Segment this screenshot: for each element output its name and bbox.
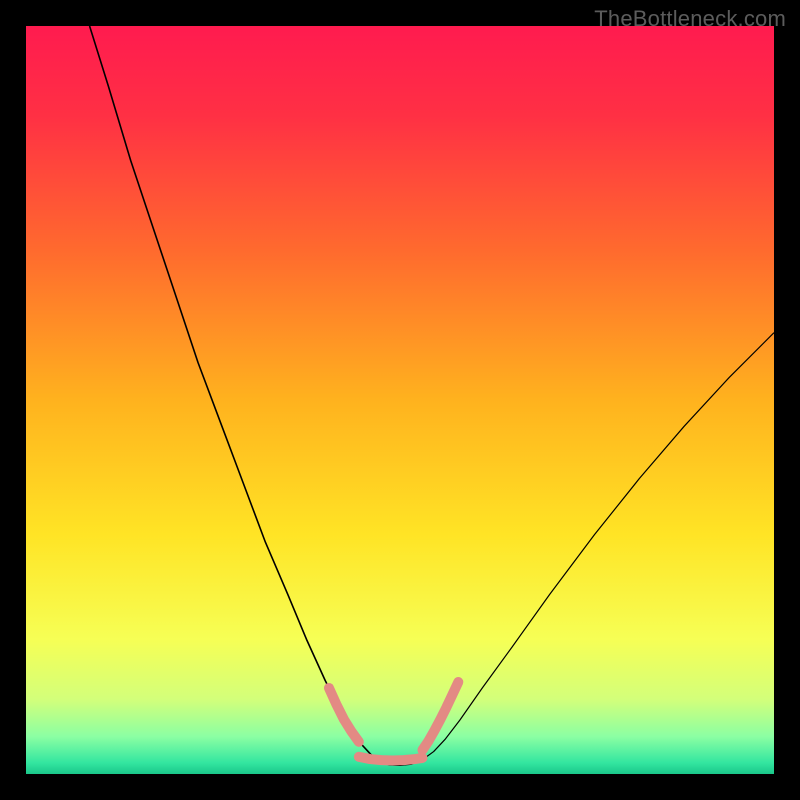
watermark-text: TheBottleneck.com <box>594 6 786 32</box>
series-peach-marker-bottom <box>359 757 423 761</box>
series-group <box>90 26 774 765</box>
curves-layer <box>26 26 774 774</box>
plot-area <box>26 26 774 774</box>
series-left-branch <box>90 26 390 765</box>
series-peach-marker-right <box>422 682 458 750</box>
series-peach-marker-left <box>329 688 359 742</box>
chart-frame: TheBottleneck.com <box>0 0 800 800</box>
